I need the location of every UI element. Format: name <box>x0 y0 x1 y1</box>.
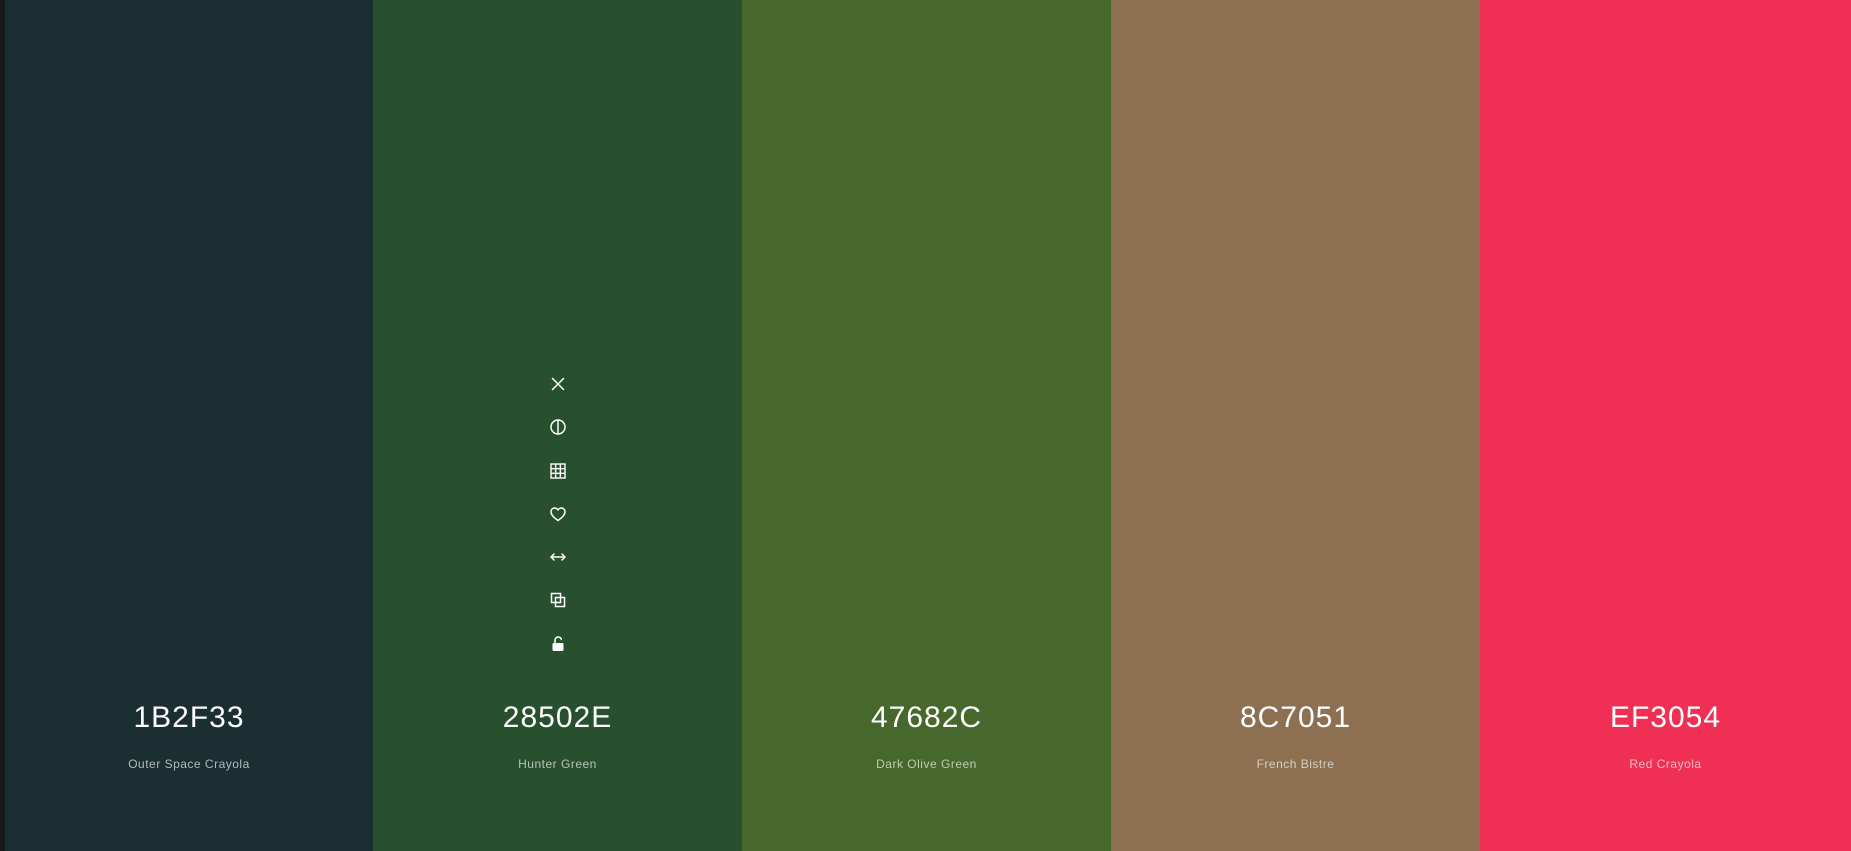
swatch-color-name[interactable]: Outer Space Crayola <box>5 756 373 772</box>
swatch-color-name[interactable]: Dark Olive Green <box>742 756 1111 772</box>
swatch-color-name[interactable]: Red Crayola <box>1480 756 1851 772</box>
remove-color-button[interactable] <box>542 368 574 400</box>
swatch-color-name[interactable]: Hunter Green <box>373 756 742 772</box>
color-swatch-3[interactable]: 47682C Dark Olive Green <box>742 0 1111 851</box>
unlock-icon <box>552 635 563 651</box>
view-shades-button[interactable] <box>542 455 574 487</box>
color-swatch-4[interactable]: 8C7051 French Bistre <box>1111 0 1480 851</box>
swatch-hex-code[interactable]: 8C7051 <box>1111 699 1480 737</box>
drag-arrows-icon <box>549 553 566 561</box>
heart-icon <box>549 507 566 522</box>
color-swatch-5[interactable]: EF3054 Red Crayola <box>1480 0 1851 851</box>
color-swatch-2[interactable]: 28502E Hunter Green <box>373 0 742 851</box>
contrast-icon <box>549 419 566 436</box>
swatch-toolbar <box>373 368 742 671</box>
lock-color-button[interactable] <box>542 628 574 660</box>
swatch-hex-code[interactable]: 47682C <box>742 699 1111 737</box>
copy-icon <box>550 593 565 608</box>
color-swatch-1[interactable]: 1B2F33 Outer Space Crayola <box>5 0 373 851</box>
swatch-hex-code[interactable]: EF3054 <box>1480 699 1851 737</box>
color-palette: 1B2F33 Outer Space Crayola 28502E Hunter… <box>5 0 1851 851</box>
view-shades-contrast-button[interactable] <box>542 411 574 443</box>
copy-hex-button[interactable] <box>542 584 574 616</box>
close-icon <box>551 377 564 391</box>
swatch-hex-code[interactable]: 1B2F33 <box>5 699 373 737</box>
swatch-color-name[interactable]: French Bistre <box>1111 756 1480 772</box>
shades-grid-icon <box>549 462 566 479</box>
swatch-hex-code[interactable]: 28502E <box>373 699 742 737</box>
save-color-button[interactable] <box>542 498 574 530</box>
drag-color-button[interactable] <box>542 541 574 573</box>
